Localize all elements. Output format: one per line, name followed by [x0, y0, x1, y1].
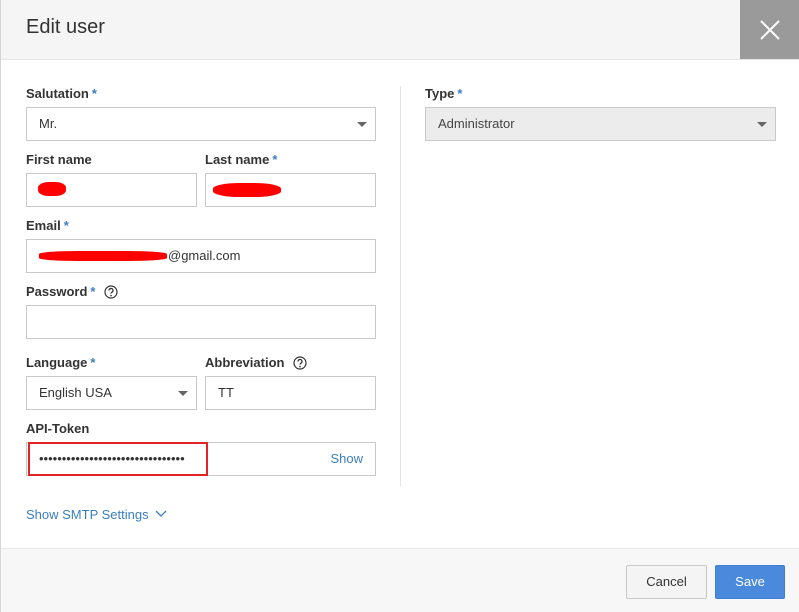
dialog-footer: Cancel Save — [1, 548, 799, 612]
caret-down-icon — [757, 122, 767, 127]
edit-user-dialog: Edit user Salutation * Mr. First name Las… — [0, 0, 799, 612]
language-select[interactable]: English USA — [26, 376, 197, 410]
language-label: Language * — [26, 355, 96, 370]
close-icon — [760, 20, 780, 40]
salutation-label: Salutation * — [26, 86, 97, 101]
close-button[interactable] — [740, 0, 799, 59]
type-select[interactable]: Administrator — [425, 107, 776, 141]
last-name-label: Last name * — [205, 152, 278, 167]
column-divider — [400, 86, 401, 486]
abbreviation-label: Abbreviation — [205, 355, 307, 370]
cancel-button[interactable]: Cancel — [626, 565, 707, 599]
redaction-mark — [213, 183, 281, 197]
show-smtp-settings-link[interactable]: Show SMTP Settings — [26, 507, 167, 522]
highlight-annotation — [28, 442, 208, 476]
chevron-down-icon — [155, 510, 167, 517]
password-field[interactable] — [26, 305, 376, 339]
help-icon[interactable] — [293, 356, 307, 370]
dialog-title: Edit user — [26, 16, 105, 38]
caret-down-icon — [357, 122, 367, 127]
email-label: Email * — [26, 218, 69, 233]
save-button[interactable]: Save — [715, 565, 785, 599]
help-icon[interactable] — [104, 285, 118, 299]
caret-down-icon — [178, 391, 188, 396]
type-label: Type * — [425, 86, 463, 101]
api-token-label: API-Token — [26, 421, 90, 436]
salutation-select[interactable]: Mr. — [26, 107, 376, 141]
show-token-button[interactable]: Show — [330, 443, 363, 475]
redaction-mark — [38, 182, 66, 196]
first-name-label: First name — [26, 152, 92, 167]
redaction-mark — [39, 251, 167, 261]
dialog-header: Edit user — [1, 0, 799, 60]
abbreviation-field[interactable]: TT — [205, 376, 376, 410]
password-label: Password * — [26, 284, 118, 299]
